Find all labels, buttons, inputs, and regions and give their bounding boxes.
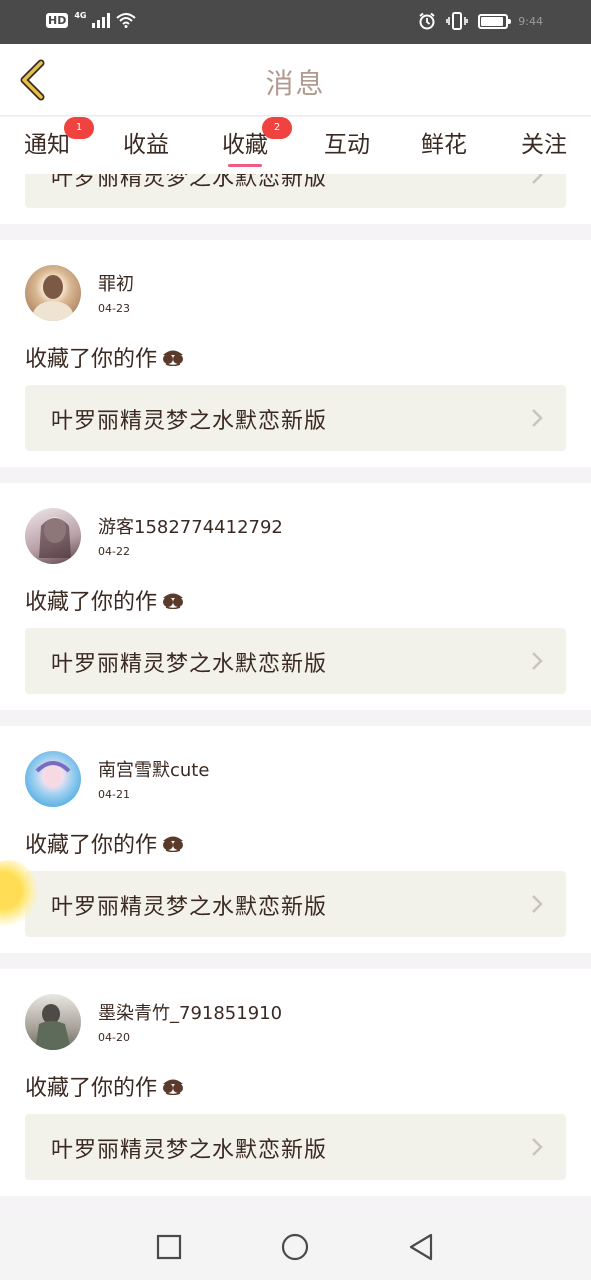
emoji-icon [163, 350, 184, 366]
timestamp: 04-21 [98, 788, 130, 801]
username[interactable]: 南宫雪默cute [98, 756, 209, 782]
active-tab-indicator [228, 164, 262, 167]
action-text: 收藏了你的作 [25, 827, 186, 859]
work-title: 叶罗丽精灵梦之水默恋新版 [51, 409, 328, 434]
system-nav-bar [0, 1214, 591, 1280]
alarm-icon [419, 12, 435, 30]
tab-label: 通知 [24, 132, 70, 158]
top-header: 消息 [0, 44, 591, 116]
clock: 9:44 [518, 14, 543, 28]
chevron-right-icon [532, 174, 543, 184]
tab-interactions[interactable]: 互动 [324, 125, 370, 165]
emoji-icon [163, 836, 184, 852]
action-label: 收藏了你的作 [25, 1076, 158, 1101]
network-type: 4G [74, 10, 87, 20]
work-title: 叶罗丽精灵梦之水默恋新版 [51, 895, 328, 920]
work-link[interactable]: 叶罗丽精灵梦之水默恋新版 [25, 628, 566, 694]
favorites-list: 叶罗丽精灵梦之水默恋新版 罪初 04-23 收藏了你的作 叶罗丽精灵梦之水默恋新… [0, 174, 591, 1214]
avatar[interactable] [25, 265, 81, 321]
unread-badge: 1 [64, 117, 94, 139]
action-label: 收藏了你的作 [25, 590, 158, 615]
action-label: 收藏了你的作 [25, 347, 158, 372]
work-link[interactable]: 叶罗丽精灵梦之水默恋新版 [25, 385, 566, 451]
avatar[interactable] [25, 994, 81, 1050]
tab-label: 互动 [324, 132, 370, 158]
circle-icon [281, 1233, 309, 1261]
action-text: 收藏了你的作 [25, 584, 186, 616]
action-text: 收藏了你的作 [25, 341, 186, 373]
home-button[interactable] [280, 1232, 310, 1262]
chevron-right-icon [532, 1138, 543, 1156]
list-item: 叶罗丽精灵梦之水默恋新版 [0, 174, 591, 224]
emoji-icon [163, 593, 184, 609]
tab-flowers[interactable]: 鲜花 [421, 125, 467, 165]
list-item: 游客1582774412792 04-22 收藏了你的作 叶罗丽精灵梦之水默恋新… [0, 483, 591, 710]
work-title: 叶罗丽精灵梦之水默恋新版 [51, 1138, 328, 1163]
vibrate-icon [446, 12, 469, 30]
signal-icon [92, 12, 111, 28]
action-label: 收藏了你的作 [25, 833, 158, 858]
work-link[interactable]: 叶罗丽精灵梦之水默恋新版 [25, 1114, 566, 1180]
recent-apps-button[interactable] [154, 1232, 184, 1262]
status-bar: HD 4G 9:44 [0, 0, 591, 44]
tab-earnings[interactable]: 收益 [123, 125, 169, 165]
tab-notifications[interactable]: 通知 1 [24, 117, 94, 165]
triangle-back-icon [409, 1233, 433, 1261]
tab-label: 关注 [521, 132, 567, 158]
wifi-icon [116, 13, 137, 28]
timestamp: 04-23 [98, 302, 130, 315]
timestamp: 04-20 [98, 1031, 130, 1044]
work-link[interactable]: 叶罗丽精灵梦之水默恋新版 [25, 174, 566, 208]
back-nav-button[interactable] [406, 1232, 436, 1262]
work-title: 叶罗丽精灵梦之水默恋新版 [51, 652, 328, 677]
list-item: 墨染青竹_791851910 04-20 收藏了你的作 叶罗丽精灵梦之水默恋新版 [0, 969, 591, 1196]
action-text: 收藏了你的作 [25, 1070, 186, 1102]
username[interactable]: 游客1582774412792 [98, 513, 283, 539]
square-icon [156, 1234, 182, 1260]
tab-label: 收益 [123, 132, 169, 158]
avatar[interactable] [25, 508, 81, 564]
page-title: 消息 [265, 67, 326, 100]
tab-following[interactable]: 关注 [521, 125, 567, 165]
timestamp: 04-22 [98, 545, 130, 558]
unread-badge: 2 [262, 117, 292, 139]
message-tabs: 通知 1 收益 收藏 2 互动 鲜花 关注 [0, 117, 591, 174]
list-item: 南宫雪默cute 04-21 收藏了你的作 叶罗丽精灵梦之水默恋新版 [0, 726, 591, 953]
work-link[interactable]: 叶罗丽精灵梦之水默恋新版 [25, 871, 566, 937]
username[interactable]: 墨染青竹_791851910 [98, 999, 282, 1025]
username[interactable]: 罪初 [98, 270, 134, 296]
list-item: 罪初 04-23 收藏了你的作 叶罗丽精灵梦之水默恋新版 [0, 240, 591, 467]
work-title: 叶罗丽精灵梦之水默恋新版 [51, 174, 328, 191]
chevron-right-icon [532, 652, 543, 670]
tab-label: 鲜花 [421, 132, 467, 158]
hd-indicator: HD [46, 12, 69, 28]
chevron-right-icon [532, 895, 543, 913]
chevron-right-icon [532, 409, 543, 427]
tab-label: 收藏 [222, 132, 268, 158]
emoji-icon [163, 1079, 184, 1095]
battery-icon [478, 13, 512, 29]
avatar[interactable] [25, 751, 81, 807]
tab-favorites[interactable]: 收藏 2 [222, 117, 292, 167]
